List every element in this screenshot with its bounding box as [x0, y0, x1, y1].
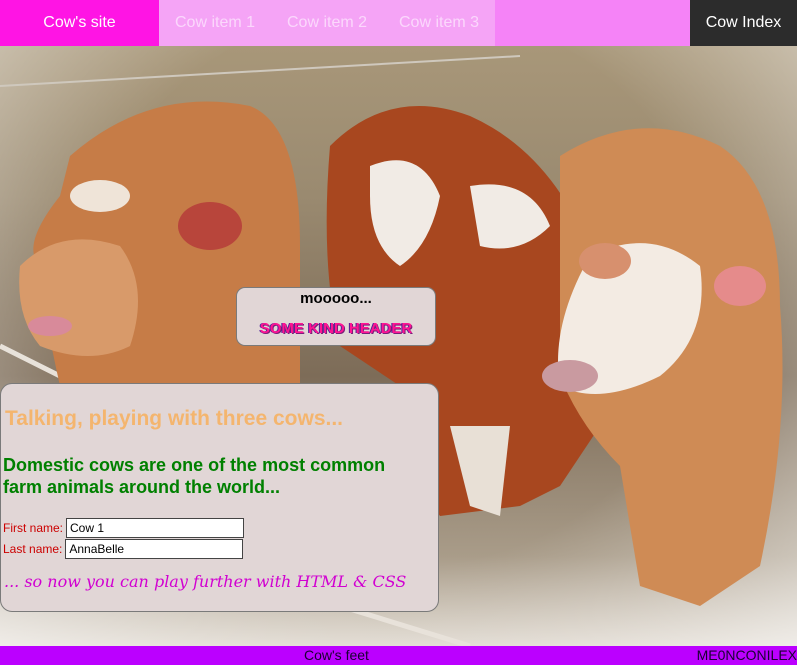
name-form: First name: Last name: [3, 517, 245, 559]
footer: Cow's feet ME0NCONILEX [0, 646, 797, 665]
content-panel: Talking, playing with three cows... Dome… [0, 383, 439, 612]
panel-subtitle: Domestic cows are one of the most common… [3, 455, 386, 497]
nav-cow-index-link[interactable]: Cow Index [690, 0, 797, 46]
last-name-row: Last name: [3, 538, 244, 559]
first-name-input[interactable] [66, 517, 245, 538]
panel-tagline: ... so now you can play further with HTM… [4, 572, 407, 591]
footer-brand: ME0NCONILEX [696, 647, 797, 663]
moo-text: mooooo... [300, 290, 372, 307]
footer-text: Cow's feet [304, 647, 369, 663]
nav-item-cow-1[interactable]: Cow item 1 [159, 0, 271, 46]
nav-brand-link[interactable]: Cow's site [0, 0, 159, 46]
moo-box: mooooo... SOME KIND HEADER [236, 287, 436, 346]
top-nav: Cow's site Cow item 1 Cow item 2 Cow ite… [0, 0, 797, 46]
moo-header: SOME KIND HEADER [259, 320, 413, 337]
nav-item-cow-3[interactable]: Cow item 3 [383, 0, 495, 46]
first-name-label: First name: [3, 520, 64, 535]
first-name-row: First name: [3, 517, 245, 538]
panel-title: Talking, playing with three cows... [5, 407, 343, 430]
last-name-input[interactable] [65, 538, 244, 559]
nav-item-cow-2[interactable]: Cow item 2 [271, 0, 383, 46]
last-name-label: Last name: [3, 541, 63, 556]
